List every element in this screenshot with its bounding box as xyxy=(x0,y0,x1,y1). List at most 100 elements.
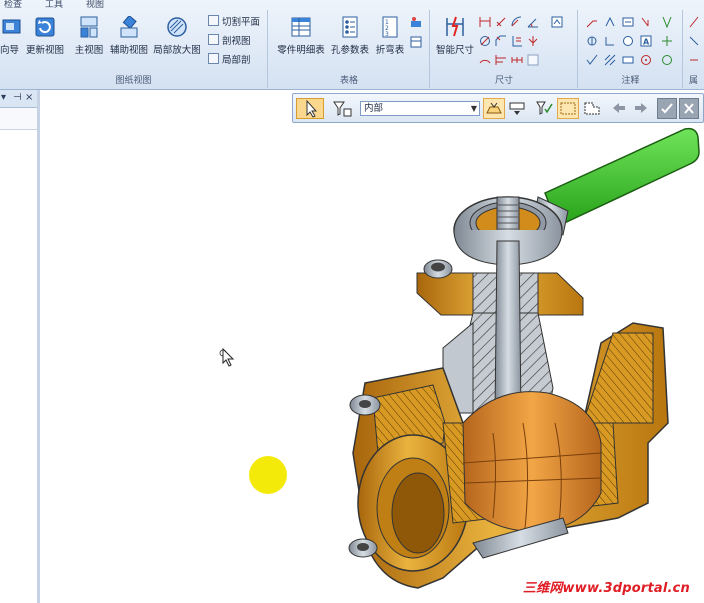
cancel-button[interactable] xyxy=(679,98,699,119)
tab-tools[interactable]: 工具 xyxy=(45,0,63,10)
funnel-check-icon xyxy=(536,101,553,115)
property-3-icon[interactable] xyxy=(688,54,700,66)
group-label-properties: 属 xyxy=(689,76,699,86)
back-button[interactable] xyxy=(609,98,629,119)
principal-view-button[interactable]: 主视图 xyxy=(72,16,106,56)
accept-filter-button[interactable] xyxy=(533,98,555,119)
valve-section-model[interactable] xyxy=(333,123,704,603)
hatch-icon[interactable] xyxy=(604,54,616,66)
group-label-annotation: 注释 xyxy=(621,76,640,86)
callout-icon[interactable] xyxy=(604,16,616,28)
close-x-icon xyxy=(684,103,694,114)
symmetric-dimension-icon[interactable] xyxy=(527,35,539,47)
select-region-button[interactable] xyxy=(581,98,603,119)
tab-view[interactable]: 视图 xyxy=(86,0,104,10)
surface-finish-icon[interactable] xyxy=(622,16,634,28)
broken-out-section-icon xyxy=(208,53,219,64)
auxiliary-view-icon xyxy=(120,16,138,38)
hole-table-icon xyxy=(342,16,358,38)
group-dimension: 智能尺寸 尺寸 xyxy=(431,10,578,88)
detail-view-label: 局部放大图 xyxy=(153,45,201,56)
view-style-button[interactable] xyxy=(506,98,528,119)
broken-out-section-button[interactable]: 局部剖 xyxy=(208,53,251,69)
filter-icon xyxy=(333,101,352,117)
section-view-label: 剖视图 xyxy=(222,36,251,47)
dimension-more-icon[interactable] xyxy=(551,16,563,28)
centerline-icon[interactable] xyxy=(661,54,673,66)
arc-length-icon[interactable] xyxy=(479,54,491,66)
update-views-button[interactable]: 更新视图 xyxy=(25,16,65,56)
group-label-drawing-views: 图纸视图 xyxy=(115,76,152,86)
cutting-plane-button[interactable]: 切割平面 xyxy=(208,15,260,31)
group-label-tables: 表格 xyxy=(339,76,358,86)
update-views-label: 更新视图 xyxy=(25,45,64,56)
dimension-style-icon[interactable] xyxy=(527,54,539,66)
detail-view-icon xyxy=(167,17,187,37)
select-box-button[interactable] xyxy=(557,98,579,119)
check-mark-icon[interactable] xyxy=(586,54,598,66)
datum-frame-icon[interactable] xyxy=(604,35,616,47)
parts-list-label: 零件明细表 xyxy=(277,45,325,56)
view-style-icon xyxy=(509,102,525,115)
valve-ball[interactable] xyxy=(462,391,602,532)
next-button[interactable] xyxy=(631,98,651,119)
svg-text:A: A xyxy=(643,38,650,47)
chain-dimension-icon[interactable] xyxy=(511,54,523,66)
bend-table-button[interactable]: 123 折弯表 xyxy=(373,16,407,56)
coordinate-dimension-icon[interactable] xyxy=(511,35,523,47)
feature-control-icon[interactable] xyxy=(586,35,598,47)
detail-view-button[interactable]: 局部放大图 xyxy=(152,16,202,56)
table-extra-icon[interactable] xyxy=(410,16,422,28)
close-icon[interactable]: × xyxy=(25,92,33,103)
parts-list-button[interactable]: 零件明细表 xyxy=(275,16,327,56)
auxiliary-view-button[interactable]: 辅助视图 xyxy=(108,16,150,56)
edge-condition-icon[interactable] xyxy=(661,16,673,28)
centermark-icon[interactable] xyxy=(661,35,673,47)
left-panel-header: ▾ ⊣ × xyxy=(0,90,37,108)
section-type-value: 内部 xyxy=(364,103,384,114)
sheet-option-icon xyxy=(486,102,502,114)
smart-dimension-icon xyxy=(446,16,464,37)
radius-dimension-icon[interactable] xyxy=(511,16,523,28)
leader-icon[interactable] xyxy=(586,16,598,28)
text-icon[interactable]: A xyxy=(640,35,652,47)
baseline-dimension-icon[interactable] xyxy=(495,54,507,66)
tab-inspect[interactable]: 检查 xyxy=(4,0,22,10)
section-view-icon xyxy=(208,34,219,45)
block-label-icon[interactable] xyxy=(622,54,634,66)
watermark: 三维网www.3dportal.cn xyxy=(522,581,690,596)
view-wizard-icon xyxy=(2,19,21,34)
aligned-dimension-icon[interactable] xyxy=(495,16,507,28)
broken-out-section-label: 局部剖 xyxy=(222,55,251,66)
ribbon: 检查 工具 视图 视图向导 更新视图 主视图 辅助视图 xyxy=(0,0,704,90)
linear-dimension-icon[interactable] xyxy=(479,16,491,28)
view-wizard-label: 视图向导 xyxy=(0,45,19,56)
drawing-canvas[interactable]: 三维网www.3dportal.cn xyxy=(43,123,704,603)
group-tables: 零件明细表 孔参数表 123 折弯表 表格 xyxy=(269,10,430,88)
accept-button[interactable] xyxy=(657,98,677,119)
smart-dimension-button[interactable]: 智能尺寸 xyxy=(433,16,477,56)
bolt-hole-circle-icon[interactable] xyxy=(640,54,652,66)
select-tool-button[interactable] xyxy=(296,98,324,119)
chamfer-dimension-icon[interactable] xyxy=(495,35,507,47)
view-wizard-button[interactable]: 视图向导 xyxy=(0,16,22,56)
weld-symbol-icon[interactable] xyxy=(640,16,652,28)
app-window: 检查 工具 视图 视图向导 更新视图 主视图 辅助视图 xyxy=(0,0,704,603)
property-2-icon[interactable] xyxy=(688,35,700,47)
section-view-button[interactable]: 剖视图 xyxy=(208,34,251,50)
balloon-icon[interactable] xyxy=(622,35,634,47)
table-format-icon[interactable] xyxy=(410,36,422,48)
sheet-option-button[interactable] xyxy=(483,98,505,119)
valve-stem[interactable] xyxy=(442,240,554,414)
filter-button[interactable] xyxy=(330,98,354,119)
pin-icon[interactable]: ⊣ xyxy=(13,92,22,103)
property-icon[interactable] xyxy=(688,16,700,28)
parts-list-icon xyxy=(291,17,311,37)
auxiliary-view-label: 辅助视图 xyxy=(109,45,148,56)
diameter-dimension-icon[interactable] xyxy=(479,35,491,47)
angular-dimension-icon[interactable] xyxy=(527,16,539,28)
section-type-select[interactable]: 内部 ▼ xyxy=(360,101,480,116)
panel-dropdown-icon[interactable]: ▾ xyxy=(1,92,6,103)
hole-table-label: 孔参数表 xyxy=(330,45,369,56)
hole-table-button[interactable]: 孔参数表 xyxy=(329,16,371,56)
